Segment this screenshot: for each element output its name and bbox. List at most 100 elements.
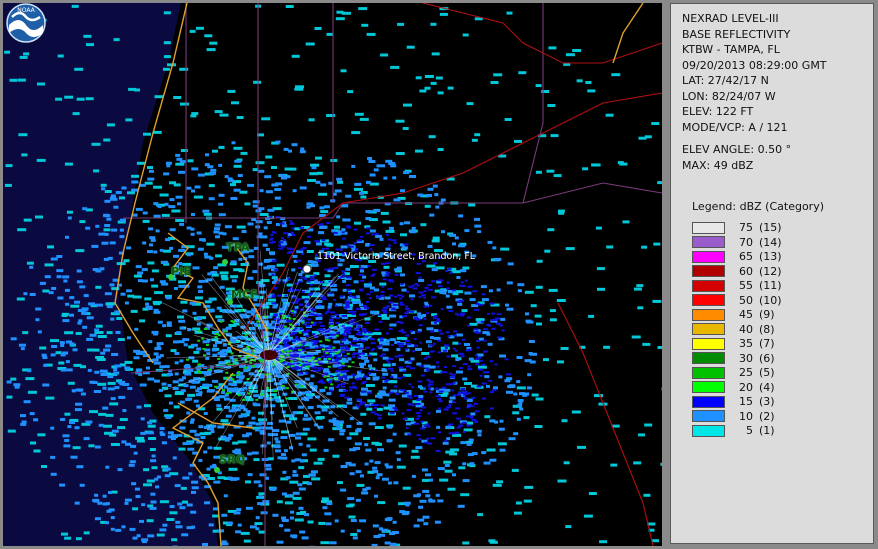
echo-pixel — [492, 319, 498, 321]
echo-pixel — [168, 401, 173, 405]
echo-pixel — [339, 432, 345, 436]
echo-pixel — [62, 319, 70, 323]
echo-pixel — [247, 392, 251, 395]
echo-pixel — [403, 103, 412, 107]
echo-pixel — [377, 417, 382, 420]
echo-pixel — [380, 211, 389, 215]
echo-pixel — [381, 285, 385, 288]
echo-pixel — [307, 406, 314, 409]
echo-pixel — [514, 139, 522, 143]
echo-pixel — [292, 234, 295, 236]
echo-pixel — [20, 347, 25, 351]
echo-pixel — [39, 281, 46, 285]
echo-pixel — [79, 285, 86, 289]
echo-pixel — [424, 86, 431, 90]
echo-pixel — [364, 405, 369, 408]
echo-pixel — [399, 301, 403, 304]
echo-pixel — [474, 410, 480, 413]
echo-pixel — [321, 247, 326, 250]
echo-pixel — [470, 405, 475, 408]
echo-pixel — [196, 322, 201, 326]
echo-pixel — [64, 162, 73, 166]
station-longitude: LON: 82/24/07 W — [682, 89, 776, 103]
echo-pixel — [605, 113, 614, 117]
echo-pixel — [400, 233, 407, 237]
echo-pixel — [170, 349, 177, 353]
echo-pixel — [99, 267, 105, 271]
echo-pixel — [317, 314, 323, 317]
echo-pixel — [240, 151, 248, 155]
radar-map[interactable]: TPA PIE MCF SRQ 1101 Victoria Street, Br… — [3, 3, 662, 546]
echo-pixel — [65, 302, 70, 306]
echo-pixel — [309, 275, 314, 278]
echo-pixel — [247, 452, 252, 456]
echo-pixel — [379, 282, 387, 286]
echo-pixel — [97, 382, 107, 386]
echo-pixel — [209, 309, 215, 313]
echo-pixel — [69, 313, 74, 317]
echo-pixel — [178, 280, 186, 284]
echo-pixel — [427, 187, 434, 191]
echo-pixel — [390, 375, 394, 378]
echo-pixel — [462, 479, 470, 483]
echo-pixel — [148, 340, 153, 344]
echo-pixel — [535, 84, 542, 88]
echo-pixel — [109, 433, 117, 437]
echo-pixel — [95, 285, 102, 289]
echo-pixel — [541, 90, 550, 93]
echo-pixel — [117, 468, 123, 472]
echo-pixel — [225, 414, 232, 418]
echo-pixel — [305, 354, 311, 357]
echo-pixel — [434, 387, 439, 390]
echo-pixel — [135, 495, 141, 498]
echo-pixel — [431, 52, 440, 56]
echo-pixel — [528, 340, 535, 343]
echo-pixel — [547, 104, 556, 107]
legend-label: 50 (10) — [737, 293, 782, 309]
echo-pixel — [373, 404, 379, 406]
echo-pixel — [332, 346, 336, 349]
echo-pixel — [435, 449, 441, 452]
echo-pixel — [548, 288, 558, 292]
echo-pixel — [435, 320, 441, 323]
echo-pixel — [149, 243, 153, 247]
echo-pixel — [101, 187, 106, 191]
echo-pixel — [252, 365, 255, 368]
elevation-angle: ELEV ANGLE: 0.50 ° — [682, 143, 792, 156]
echo-pixel — [143, 483, 152, 487]
echo-pixel — [163, 172, 170, 176]
echo-pixel — [378, 320, 383, 323]
echo-pixel — [303, 331, 309, 334]
echo-pixel — [133, 451, 138, 455]
echo-pixel — [392, 176, 397, 180]
echo-pixel — [330, 159, 338, 162]
echo-pixel — [396, 458, 401, 462]
echo-pixel — [352, 536, 358, 540]
echo-pixel — [85, 97, 94, 101]
echo-pixel — [285, 387, 289, 390]
echo-pixel — [530, 304, 537, 308]
echo-pixel — [263, 226, 268, 230]
echo-pixel — [258, 484, 263, 488]
echo-pixel — [186, 441, 193, 445]
echo-pixel — [18, 133, 28, 137]
legend-value: 40 — [739, 322, 753, 336]
echo-pixel — [255, 516, 260, 520]
echo-pixel — [163, 365, 170, 369]
echo-pixel — [376, 164, 382, 168]
echo-pixel — [408, 285, 413, 288]
echo-pixel — [314, 27, 322, 30]
echo-pixel — [285, 5, 294, 8]
echo-pixel — [56, 269, 64, 273]
echo-pixel — [322, 296, 327, 299]
echo-pixel — [328, 337, 333, 340]
legend-label: 10 (2) — [737, 409, 775, 425]
echo-pixel — [86, 43, 94, 47]
echo-pixel — [373, 208, 381, 212]
echo-pixel — [352, 328, 357, 331]
echo-pixel — [299, 150, 306, 154]
echo-pixel — [198, 289, 204, 293]
echo-pixel — [102, 406, 109, 410]
echo-pixel — [452, 365, 457, 368]
echo-pixel — [441, 230, 445, 234]
